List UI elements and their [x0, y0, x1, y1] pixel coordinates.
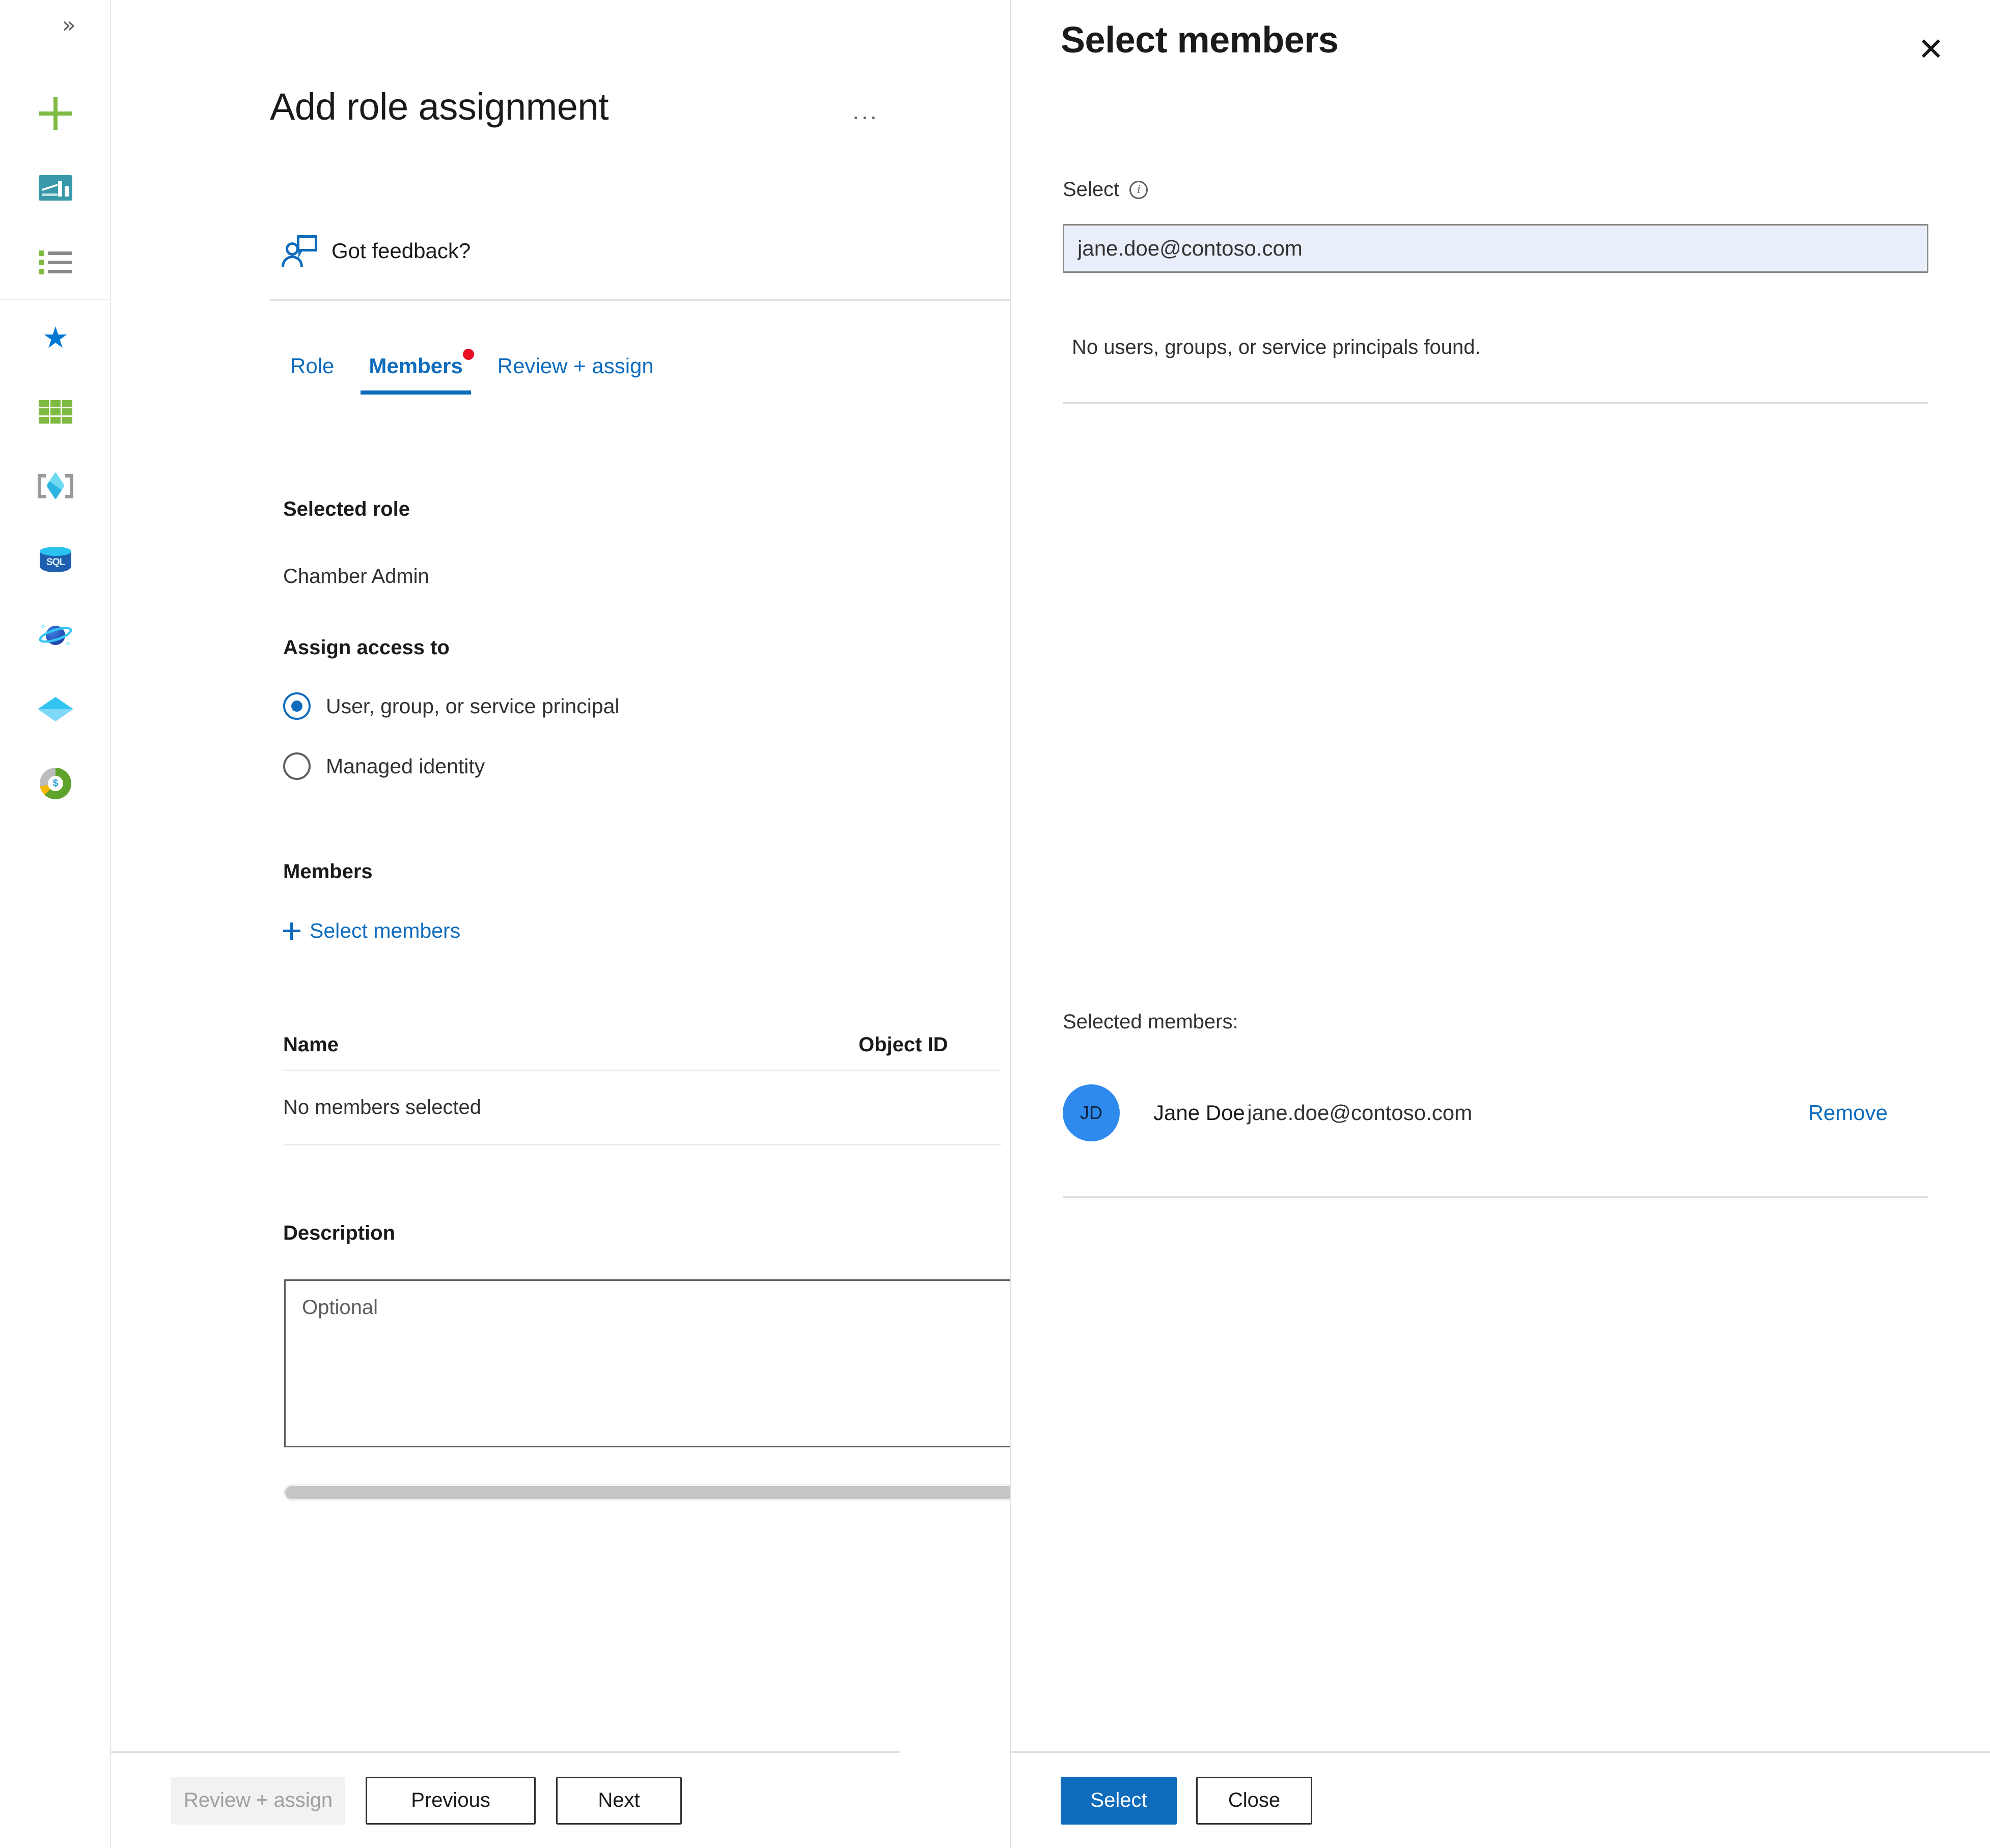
search-input[interactable] [1063, 224, 1928, 273]
selected-member-email: jane.doe@contoso.com [1247, 1101, 1473, 1125]
previous-button[interactable]: Previous [366, 1776, 536, 1825]
select-members-button[interactable]: Select members [283, 919, 460, 943]
resource-group-icon [38, 471, 73, 500]
plus-icon [39, 97, 72, 130]
radio-indicator-managed-identity [283, 752, 311, 780]
add-role-assignment-blade: Add role assignment ··· Got feedback? Ro… [111, 0, 1011, 1848]
results-divider [1063, 402, 1928, 404]
page-title: Add role assignment [270, 86, 609, 128]
radio-indicator-user-group [283, 692, 311, 720]
info-icon[interactable]: i [1129, 180, 1148, 199]
blade-footer: Review + assign Previous Next [111, 1751, 900, 1848]
feedback-person-icon [282, 235, 317, 267]
description-field[interactable]: Optional [284, 1279, 1010, 1447]
list-icon [39, 250, 72, 274]
radio-managed-identity-label: Managed identity [326, 754, 485, 778]
plus-icon [283, 922, 300, 940]
radio-managed-identity[interactable]: Managed identity [283, 752, 485, 780]
grid-icon [39, 400, 72, 424]
cosmos-db-icon: ✧ ✧ [37, 621, 74, 649]
select-field-label-group: Select i [1063, 178, 1148, 201]
header-divider [270, 299, 1010, 301]
sidebar-item-cosmos-db[interactable]: ✧ ✧ [22, 598, 89, 672]
sidebar-item-cost-management[interactable]: $ [22, 746, 89, 821]
selected-role-value: Chamber Admin [283, 565, 429, 587]
members-table-body: No members selected [283, 1071, 1001, 1145]
column-header-name: Name [283, 1033, 339, 1056]
sidebar-item-create-resource[interactable] [22, 76, 89, 151]
radio-user-group-label: User, group, or service principal [326, 694, 620, 718]
got-feedback-label: Got feedback? [331, 239, 471, 263]
no-results-message: No users, groups, or service principals … [1072, 336, 1481, 358]
select-members-panel: Select members ✕ Select i No users, grou… [1011, 0, 1990, 1848]
sidebar-item-resource-groups[interactable] [22, 449, 89, 523]
tab-members[interactable]: Members [351, 349, 480, 395]
azure-portal: » ★ SQL ✧ ✧ $ Add role assignment ··· Go… [0, 0, 1990, 1848]
sql-database-icon: SQL [40, 547, 71, 574]
select-field-label: Select [1063, 178, 1120, 201]
cell-name: No members selected [283, 1096, 482, 1118]
panel-footer: Select Close [1011, 1751, 1990, 1848]
selected-role-label: Selected role [283, 498, 410, 520]
cost-management-icon: $ [40, 768, 71, 799]
select-members-label: Select members [310, 919, 461, 942]
horizontal-scrollbar[interactable] [283, 1484, 1010, 1501]
column-header-object-id: Object ID [859, 1033, 948, 1056]
diamond-icon [38, 697, 73, 721]
tab-notification-dot [462, 349, 474, 360]
expand-sidebar-icon[interactable]: » [62, 14, 76, 37]
panel-title: Select members [1061, 20, 1339, 61]
sidebar-item-sql-databases[interactable]: SQL [22, 523, 89, 598]
members-table-header: Name Object ID [283, 1033, 1001, 1071]
got-feedback-button[interactable]: Got feedback? [282, 235, 471, 267]
assign-access-to-label: Assign access to [283, 636, 450, 659]
selected-members-divider [1063, 1196, 1928, 1198]
scrollbar-thumb[interactable] [285, 1486, 1010, 1499]
tab-role[interactable]: Role [273, 349, 351, 395]
blade-content: Add role assignment ··· Got feedback? Ro… [111, 0, 1010, 1751]
table-row: No members selected [283, 1071, 1001, 1145]
tab-members-label: Members [369, 354, 463, 378]
sidebar-item-virtual-machines[interactable] [22, 672, 89, 746]
more-options-icon[interactable]: ··· [852, 104, 878, 128]
review-assign-button[interactable]: Review + assign [171, 1776, 345, 1825]
sidebar-item-favorites[interactable]: ★ [22, 300, 89, 375]
sidebar-item-dashboard[interactable] [22, 151, 89, 225]
selected-member-row: JD Jane Doe jane.doe@contoso.com Remove [1063, 1084, 1928, 1141]
close-button[interactable]: Close [1196, 1776, 1312, 1825]
selected-members-label: Selected members: [1063, 1011, 1238, 1033]
next-button[interactable]: Next [556, 1776, 682, 1825]
sidebar-item-all-resources[interactable] [22, 375, 89, 449]
sidebar-icon-list: ★ SQL ✧ ✧ $ [0, 76, 111, 821]
tab-role-label: Role [290, 354, 335, 378]
radio-user-group-service-principal[interactable]: User, group, or service principal [283, 692, 620, 720]
sidebar-rail: » ★ SQL ✧ ✧ $ [0, 0, 111, 1848]
selected-member-info: Jane Doe jane.doe@contoso.com [1153, 1099, 1808, 1127]
avatar: JD [1063, 1084, 1120, 1141]
remove-member-button[interactable]: Remove [1808, 1101, 1888, 1125]
close-icon[interactable]: ✕ [1913, 32, 1949, 68]
members-section-label: Members [283, 860, 373, 883]
members-table: Name Object ID No members selected [283, 1033, 1001, 1145]
select-button[interactable]: Select [1061, 1776, 1177, 1825]
sidebar-item-all-services[interactable] [22, 225, 89, 299]
dashboard-icon [39, 175, 72, 201]
description-placeholder: Optional [302, 1296, 378, 1319]
tab-review-assign[interactable]: Review + assign [480, 349, 671, 395]
selected-member-name: Jane Doe [1153, 1101, 1245, 1125]
star-icon: ★ [42, 320, 69, 355]
wizard-tabs: Role Members Review + assign [273, 349, 671, 395]
tab-review-assign-label: Review + assign [497, 354, 654, 378]
description-label: Description [283, 1222, 396, 1244]
